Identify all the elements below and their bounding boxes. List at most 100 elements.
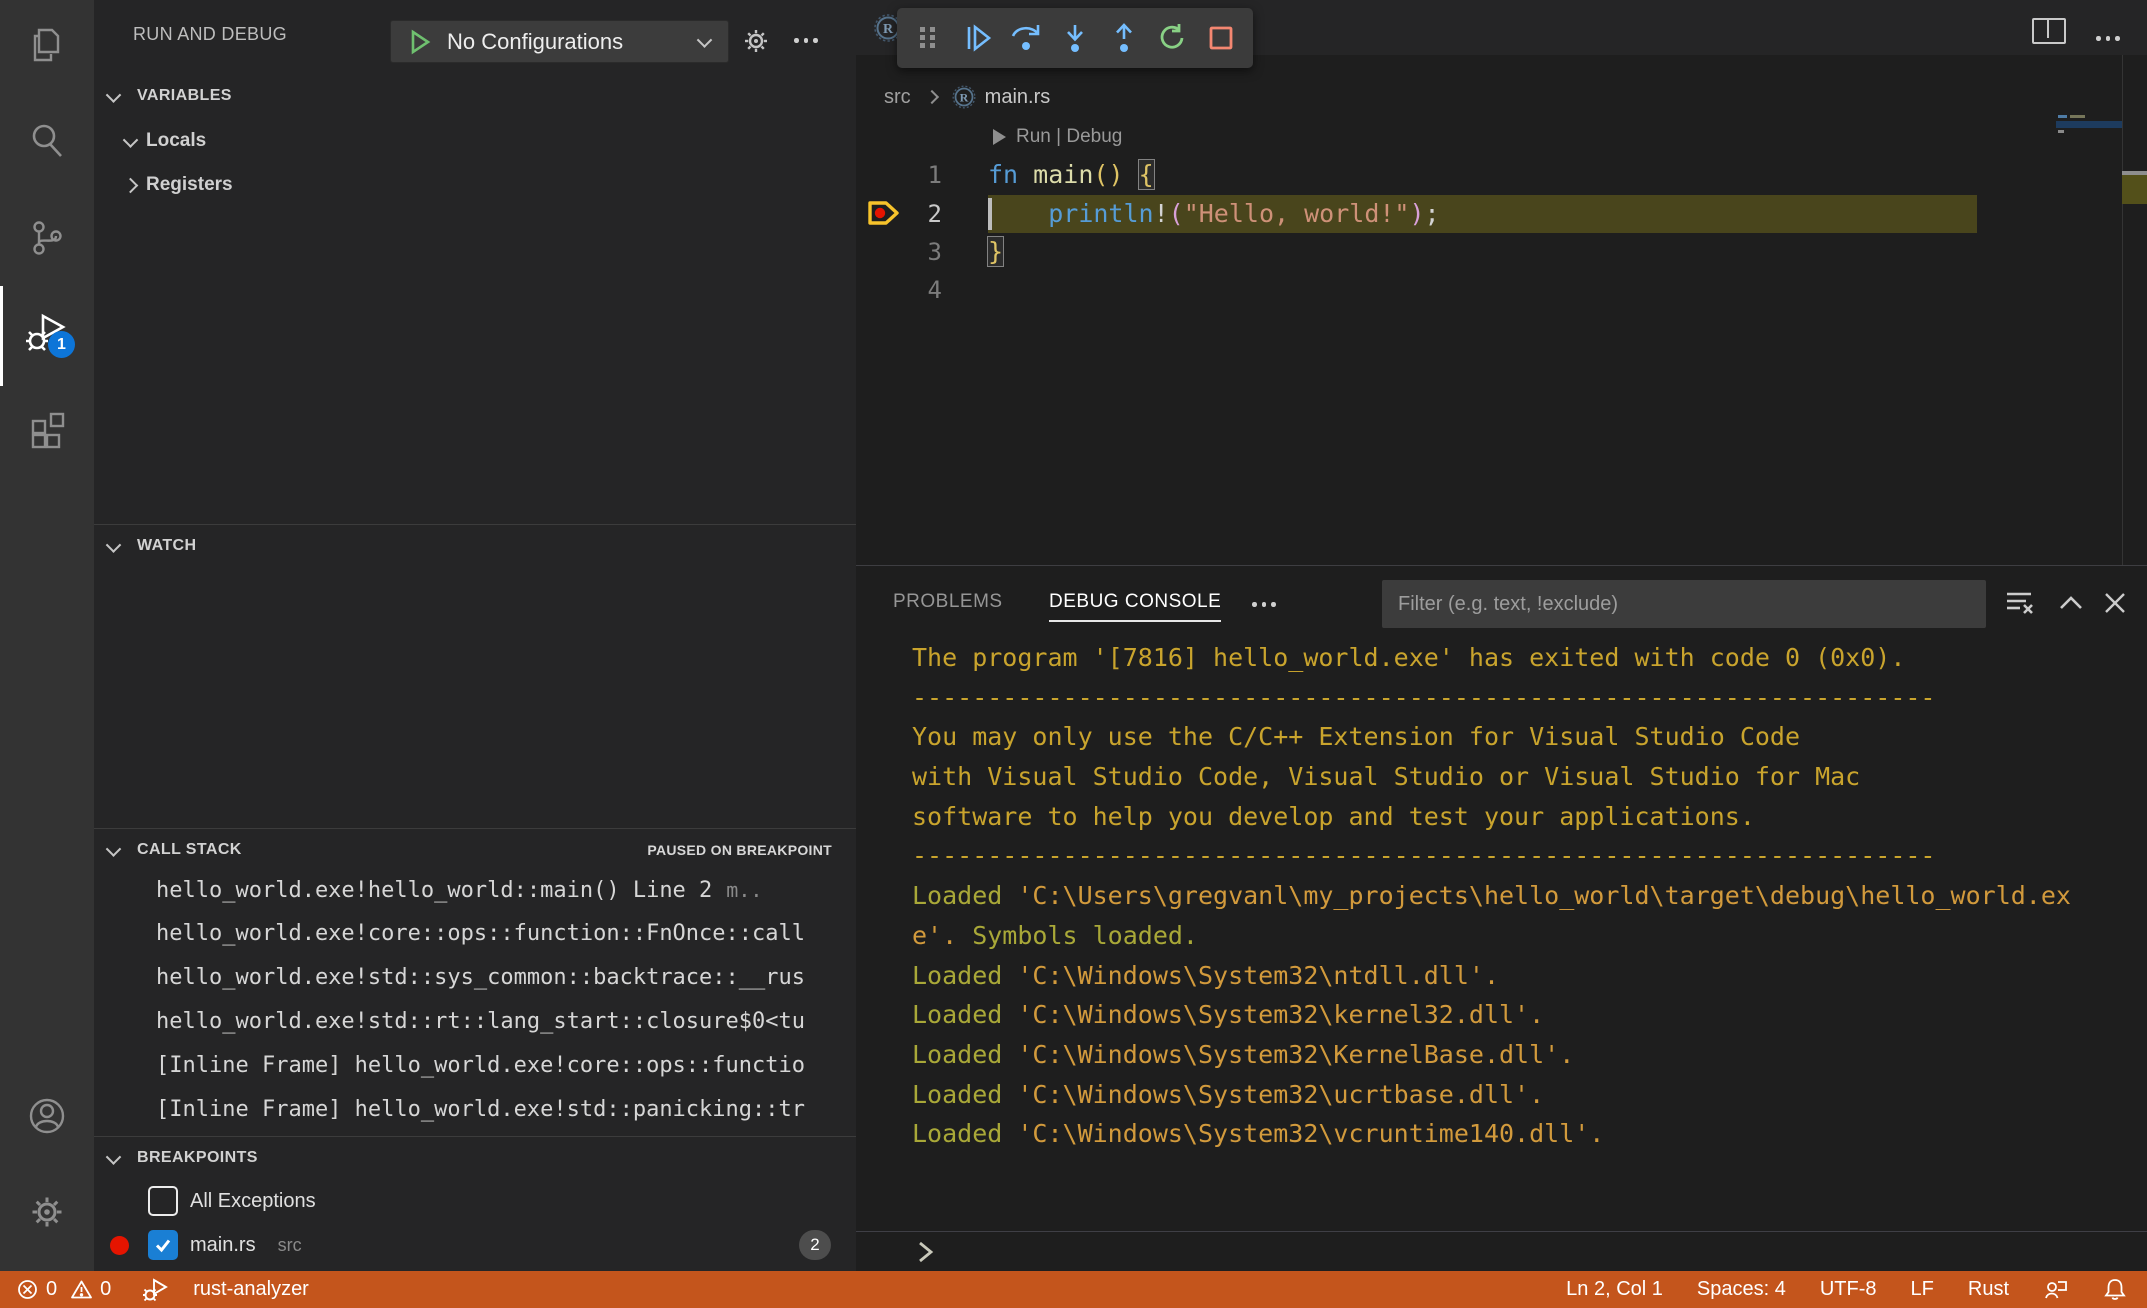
gripper-icon (916, 24, 942, 52)
account-icon (25, 1094, 69, 1138)
call-stack-list: hello_world.exe!hello_world::main() Line… (94, 868, 856, 1132)
clear-all-icon (2002, 586, 2036, 620)
watch-section-header[interactable]: WATCH (94, 525, 856, 567)
all-exceptions-checkbox[interactable] (148, 1186, 178, 1216)
play-icon (993, 129, 1006, 145)
tab-problems[interactable]: PROBLEMS (893, 584, 1003, 620)
breadcrumb-folder[interactable]: src (884, 86, 911, 109)
code-text: fn main() { (988, 160, 1154, 189)
breakpoint-current-frame-icon[interactable] (866, 196, 902, 230)
debug-session-count-badge: 1 (48, 331, 75, 358)
activity-account-button[interactable] (0, 1081, 94, 1151)
all-exceptions-row[interactable]: All Exceptions (94, 1179, 856, 1223)
debug-console-output[interactable]: The program '[7816] hello_world.exe' has… (912, 638, 2132, 1154)
rust-file-icon: R (951, 84, 977, 110)
split-editor-button[interactable] (2032, 18, 2066, 44)
debug-icon (142, 1277, 170, 1303)
chevron-right-icon (925, 90, 939, 104)
main-rs-breakpoint-checkbox[interactable] (148, 1230, 178, 1260)
stop-button[interactable] (1201, 16, 1241, 60)
breakpoints-section-header[interactable]: BREAKPOINTS (94, 1137, 856, 1179)
code-line[interactable]: 1 fn main() { (856, 156, 2147, 194)
eol-item[interactable]: LF (1911, 1278, 1934, 1301)
line-number: 1 (856, 156, 942, 194)
gear-icon (25, 1190, 69, 1234)
stack-frame[interactable]: hello_world.exe!core::ops::function::FnO… (94, 912, 854, 956)
activity-bar: 1 (0, 0, 94, 1271)
sidebar-more-actions-button[interactable] (794, 38, 818, 43)
paused-on-breakpoint-badge: PAUSED ON BREAKPOINT (647, 829, 832, 871)
minimap-border (2122, 55, 2123, 565)
continue-button[interactable] (958, 16, 998, 60)
configuration-label: No Configurations (447, 29, 699, 55)
restart-button[interactable] (1152, 16, 1192, 60)
registers-tree-item[interactable]: Registers (94, 163, 856, 207)
codelens-run-debug[interactable]: Run | Debug (993, 124, 1122, 150)
breakpoint-dot-icon (110, 1236, 129, 1255)
console-line: ----------------------------------------… (912, 678, 2132, 718)
feedback-item[interactable] (2043, 1277, 2069, 1303)
console-line: e'. Symbols loaded. (912, 916, 2132, 956)
activity-source-control-button[interactable] (0, 203, 94, 273)
chevron-up-icon (2056, 590, 2086, 616)
activity-settings-button[interactable] (0, 1177, 94, 1247)
breadcrumb[interactable]: src R main.rs (856, 83, 2147, 111)
step-over-button[interactable] (1006, 16, 1046, 60)
console-line: Loaded 'C:\Users\gregvanl\my_projects\he… (912, 876, 2132, 916)
breakpoint-count-badge: 2 (799, 1230, 831, 1260)
call-stack-section-header[interactable]: CALL STACK PAUSED ON BREAKPOINT (94, 829, 856, 871)
stack-frame[interactable]: hello_world.exe!hello_world::main() Line… (94, 868, 854, 912)
panel-more-tabs-button[interactable] (1252, 602, 1276, 607)
activity-run-debug-button[interactable] (0, 298, 94, 368)
code-text: } (988, 237, 1003, 266)
debug-settings-gear-button[interactable] (739, 24, 773, 63)
error-icon (16, 1278, 39, 1301)
codelens-label[interactable]: Run | Debug (1016, 126, 1122, 148)
breadcrumb-file[interactable]: main.rs (985, 86, 1051, 109)
activity-search-button[interactable] (0, 106, 94, 176)
stack-frame[interactable]: hello_world.exe!std::rt::lang_start::clo… (94, 1000, 854, 1044)
chevron-down-icon (106, 537, 122, 553)
breakpoint-label: All Exceptions (190, 1190, 316, 1213)
code-line[interactable]: 4 (856, 271, 2147, 309)
encoding-item[interactable]: UTF-8 (1820, 1278, 1877, 1301)
debug-status-item[interactable] (142, 1277, 170, 1303)
console-line: Loaded 'C:\Windows\System32\ntdll.dll'. (912, 956, 2132, 996)
step-over-icon (1009, 22, 1043, 54)
language-mode-item[interactable]: Rust (1968, 1278, 2009, 1301)
step-into-button[interactable] (1055, 16, 1095, 60)
stack-frame[interactable]: hello_world.exe!std::sys_common::backtra… (94, 956, 854, 1000)
code-line[interactable]: 3} (856, 233, 2147, 271)
step-out-button[interactable] (1104, 16, 1144, 60)
breakpoint-label: main.rs (190, 1234, 256, 1257)
repl-input[interactable] (913, 1238, 939, 1271)
repl-separator (856, 1231, 2147, 1232)
console-line: The program '[7816] hello_world.exe' has… (912, 638, 2132, 678)
code-area[interactable]: 1 fn main() { 2 println!("Hello, world!");… (856, 156, 2147, 309)
bell-icon (2103, 1277, 2127, 1303)
console-filter-input[interactable]: Filter (e.g. text, !exclude) (1382, 580, 1986, 628)
locals-tree-item[interactable]: Locals (94, 119, 856, 163)
editor-more-actions-button[interactable] (2096, 36, 2120, 41)
indentation-item[interactable]: Spaces: 4 (1697, 1278, 1786, 1301)
code-line[interactable]: 2 println!("Hello, world!"); (856, 195, 2147, 233)
gear-icon (739, 24, 773, 58)
notifications-item[interactable] (2103, 1277, 2127, 1303)
tab-debug-console[interactable]: DEBUG CONSOLE (1049, 584, 1221, 622)
launch-configuration-dropdown[interactable]: No Configurations (390, 20, 729, 63)
clear-console-button[interactable] (2002, 586, 2036, 625)
activity-extensions-button[interactable] (0, 395, 94, 465)
variables-section-header[interactable]: VARIABLES (94, 75, 856, 117)
close-panel-button[interactable] (2100, 588, 2130, 623)
chevron-down-icon (106, 87, 122, 103)
main-rs-breakpoint-row[interactable]: main.rs src 2 (94, 1223, 856, 1267)
rust-analyzer-status-item[interactable]: rust-analyzer (193, 1278, 309, 1301)
minimap-current-line[interactable] (2056, 121, 2122, 128)
stack-frame[interactable]: [Inline Frame] hello_world.exe!std::pani… (94, 1088, 854, 1132)
activity-explorer-button[interactable] (0, 10, 94, 80)
cursor-position-item[interactable]: Ln 2, Col 1 (1566, 1278, 1663, 1301)
stack-frame[interactable]: [Inline Frame] hello_world.exe!core::ops… (94, 1044, 854, 1088)
problems-status-item[interactable]: 0 0 (16, 1278, 111, 1301)
maximize-panel-button[interactable] (2056, 590, 2086, 621)
toolbar-drag-handle[interactable] (909, 16, 949, 60)
